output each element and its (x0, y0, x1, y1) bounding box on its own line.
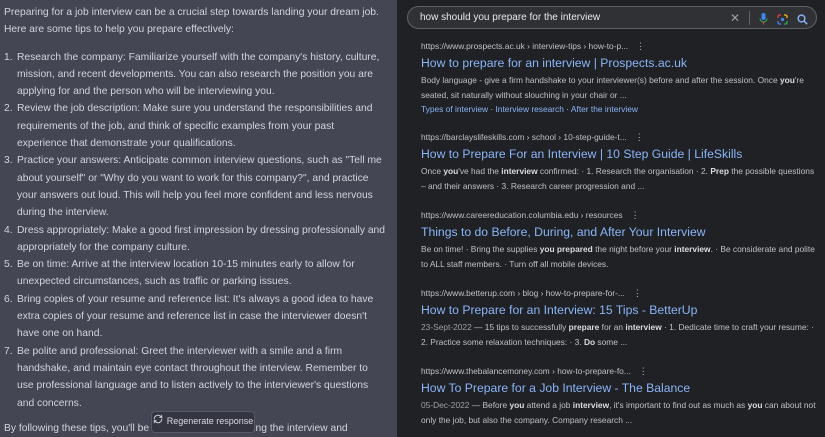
tip-text: Practice your answers: Anticipate common… (17, 155, 382, 219)
search-results-panel: ✕ https://www.prospects.ac.uk › intervie… (397, 0, 825, 437)
result-date: 23-Sept-2022 (421, 322, 472, 332)
search-bar-divider (749, 10, 750, 25)
result-sitelinks: Types of interview · Interview research … (421, 104, 638, 114)
search-icon[interactable] (797, 12, 808, 25)
result-cite[interactable]: https://barclayslifeskills.com › school … (421, 131, 816, 144)
tip-item: 2. Review the job description: Make sure … (4, 100, 387, 152)
tip-item: 6. Bring copies of your resume and refere… (4, 291, 387, 343)
search-bar: ✕ (407, 6, 817, 29)
more-options-icon[interactable]: ⋮ (635, 131, 644, 144)
tip-number: 7. (4, 345, 13, 357)
more-options-icon[interactable]: ⋮ (633, 287, 642, 300)
sitelink[interactable]: Interview research (495, 104, 563, 114)
tip-number: 2. (4, 103, 13, 115)
tip-text: Be polite and professional: Greet the in… (17, 345, 369, 409)
regenerate-label: Regenerate response (166, 416, 254, 427)
result-snippet: Be on time! · Bring the supplies you pre… (421, 244, 815, 269)
result-cite[interactable]: https://www.thebalancemoney.com › how-to… (421, 365, 816, 378)
result-title-link[interactable]: How to prepare for an interview | Prospe… (421, 53, 816, 73)
result-snippet: Once you've had the interview confirmed:… (421, 166, 815, 191)
result-snippet: 23-Sept-2022 — 15 tips to successfully p… (421, 322, 814, 347)
result-cite[interactable]: https://www.careereducation.columbia.edu… (421, 209, 816, 222)
result-title-link[interactable]: How to Prepare for an Interview: 15 Tips… (421, 300, 816, 320)
search-result: https://www.prospects.ac.uk › interview-… (421, 40, 816, 115)
tip-text: Dress appropriately: Make a good first i… (17, 224, 386, 253)
split-screen: Preparing for a job interview can be a c… (0, 0, 825, 437)
search-result: https://www.thebalancemoney.com › how-to… (421, 365, 816, 425)
lens-icon[interactable] (777, 12, 788, 25)
refresh-icon (153, 413, 163, 430)
more-options-icon[interactable]: ⋮ (636, 40, 645, 53)
tip-item: 1. Research the company: Familiarize your… (4, 49, 387, 101)
result-date: 05-Dec-2022 (421, 400, 470, 410)
more-options-icon[interactable]: ⋮ (631, 209, 640, 222)
tip-text: Research the company: Familiarize yourse… (17, 51, 380, 98)
search-result: https://www.careereducation.columbia.edu… (421, 209, 816, 287)
result-title-link[interactable]: How to Prepare For an Interview | 10 Ste… (421, 144, 816, 164)
result-cite[interactable]: https://www.prospects.ac.uk › interview-… (421, 40, 816, 53)
chat-intro: Preparing for a job interview can be a c… (4, 7, 379, 36)
result-cite[interactable]: https://www.betterup.com › blog › how-to… (421, 287, 816, 300)
tip-number: 1. (4, 51, 13, 63)
result-title-link[interactable]: How To Prepare for a Job Interview - The… (421, 378, 816, 398)
tip-text: Be on time: Arrive at the interview loca… (17, 259, 355, 288)
result-snippet: 05-Dec-2022 — Before you attend a job in… (421, 400, 816, 425)
result-snippet: Body language - give a firm handshake to… (421, 75, 804, 100)
search-result: https://barclayslifeskills.com › school … (421, 131, 816, 209)
tip-number: 4. (4, 224, 13, 236)
tip-item: 3. Practice your answers: Anticipate comm… (4, 152, 387, 221)
close-icon[interactable]: ✕ (730, 11, 740, 25)
tip-item: 5. Be on time: Arrive at the interview lo… (4, 256, 387, 291)
result-title-link[interactable]: Things to do Before, During, and After Y… (421, 222, 816, 242)
tip-number: 3. (4, 155, 13, 167)
search-input[interactable] (420, 12, 730, 23)
tips-list: 1. Research the company: Familiarize your… (4, 49, 387, 412)
chat-response-panel: Preparing for a job interview can be a c… (0, 0, 397, 437)
tip-text: Bring copies of your resume and referenc… (17, 293, 374, 340)
search-result: https://www.betterup.com › blog › how-to… (421, 287, 816, 365)
sitelink[interactable]: Types of interview (421, 104, 488, 114)
tip-item: 4. Dress appropriately: Make a good first… (4, 222, 387, 257)
microphone-icon[interactable] (759, 12, 768, 25)
tip-number: 6. (4, 293, 13, 305)
more-options-icon[interactable]: ⋮ (639, 365, 648, 378)
tip-number: 5. (4, 259, 13, 271)
tip-text: Review the job description: Make sure yo… (17, 103, 373, 150)
results-list: https://www.prospects.ac.uk › interview-… (421, 40, 816, 425)
tip-item: 7. Be polite and professional: Greet the … (4, 343, 387, 412)
search-bar-icons: ✕ (730, 10, 808, 25)
regenerate-response-button[interactable]: Regenerate response (151, 411, 255, 433)
sitelink[interactable]: After the interview (571, 104, 638, 114)
